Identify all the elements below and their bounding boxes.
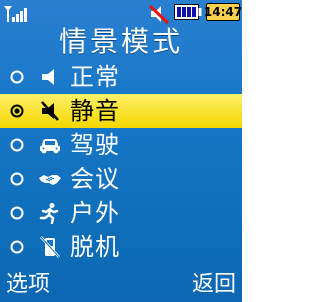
battery-icon — [174, 4, 202, 20]
profile-list: 正常 静音 驾驶 会议 户外 脱机 — [0, 60, 242, 264]
speaker-muted-icon — [41, 101, 59, 121]
radio-unselected-icon[interactable] — [10, 70, 24, 84]
signal-bars-icon — [4, 6, 27, 22]
phone-off-icon — [40, 236, 60, 258]
page-title: 情景模式 — [58, 25, 183, 58]
speaker-icon — [42, 69, 54, 85]
back-softkey[interactable]: 返回 — [192, 266, 236, 298]
handshake-icon — [39, 175, 61, 185]
profile-label: 驾驶 — [70, 131, 120, 159]
radio-unselected-icon[interactable] — [10, 172, 24, 186]
profile-label: 脱机 — [70, 233, 120, 261]
phone-screen: 14:47 情景模式 正常 静音 驾驶 会议 户外 脱机 选项 返回 — [0, 0, 242, 302]
radio-selected-icon[interactable] — [10, 104, 24, 118]
profile-label: 静音 — [70, 97, 120, 125]
profile-item-outdoor[interactable]: 户外 — [0, 196, 242, 230]
radio-unselected-icon[interactable] — [10, 206, 24, 220]
profile-item-silent[interactable]: 静音 — [0, 94, 242, 128]
softkey-bar: 选项 返回 — [0, 268, 242, 302]
options-softkey[interactable]: 选项 — [6, 266, 50, 298]
profile-item-meeting[interactable]: 会议 — [0, 162, 242, 196]
profile-item-normal[interactable]: 正常 — [0, 60, 242, 94]
profile-label: 户外 — [70, 199, 120, 227]
profile-item-driving[interactable]: 驾驶 — [0, 128, 242, 162]
radio-unselected-icon[interactable] — [10, 240, 24, 254]
profile-item-offline[interactable]: 脱机 — [0, 230, 242, 264]
runner-icon — [39, 203, 59, 224]
profile-label: 正常 — [70, 63, 120, 91]
clock: 14:47 — [203, 3, 242, 21]
profile-label: 会议 — [70, 165, 120, 193]
radio-unselected-icon[interactable] — [10, 138, 24, 152]
car-icon — [40, 139, 60, 154]
